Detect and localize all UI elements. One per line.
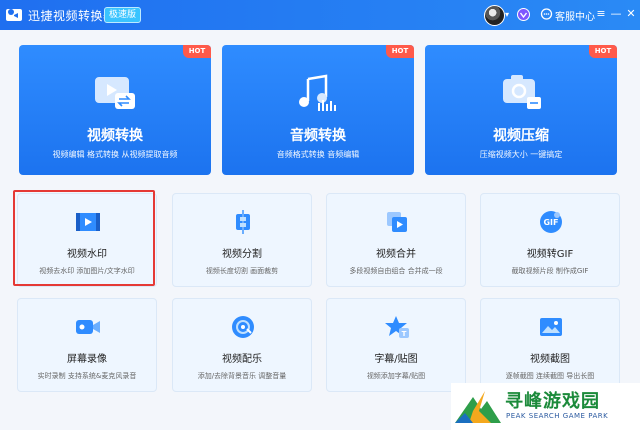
tool-card-video-watermark[interactable]: 视频水印 视频去水印 添加图片/文字水印: [17, 193, 157, 287]
hero-desc: 压缩视频大小 一键搞定: [479, 150, 563, 159]
edition-badge: 极速版: [104, 7, 142, 23]
video-merge-icon: [387, 212, 407, 232]
tool-card-video-to-gif[interactable]: GIF 视频转GIF 截取视频片段 制作成GIF: [480, 193, 620, 287]
hero-desc: 音频格式转换 音频编辑: [276, 150, 360, 159]
vip-icon[interactable]: [517, 8, 530, 21]
screen-record-icon: [76, 320, 100, 334]
video-music-icon: [232, 316, 254, 338]
avatar-dropdown-icon[interactable]: ▾: [505, 10, 509, 19]
close-button[interactable]: ✕: [624, 5, 638, 23]
card-desc: 逐帧截图 连续截图 导出长图: [505, 372, 595, 380]
customer-service-icon[interactable]: [540, 8, 553, 21]
customer-service-link[interactable]: 客服中心: [555, 8, 595, 23]
hero-title: 音频转换: [290, 128, 346, 144]
hot-badge: HOT: [386, 45, 414, 58]
hero-desc: 视频编辑 格式转换 从视频提取音频: [52, 150, 178, 159]
card-desc: 截取视频片段 制作成GIF: [511, 267, 589, 275]
card-title: 字幕/贴图: [374, 354, 418, 365]
hero-card-audio-convert[interactable]: HOT 音频转换 音频格式转换 音频编辑: [222, 45, 414, 175]
card-desc: 实时录制 支持系统&麦克风录音: [37, 372, 137, 380]
gif-label: GIF: [543, 218, 558, 227]
card-desc: 视频去水印 添加图片/文字水印: [39, 267, 135, 275]
title-bar: 迅捷视频转换器 极速版 ▾ 客服中心 ≡ — ✕: [0, 0, 640, 30]
card-title: 视频截图: [530, 354, 570, 365]
card-title: 视频水印: [67, 249, 107, 260]
card-title: 视频合并: [376, 249, 416, 260]
watermark-title: 寻峰游戏园: [505, 391, 600, 412]
watermark-subtitle: PEAK SEARCH GAME PARK: [506, 412, 609, 420]
tool-card-video-merge[interactable]: 视频合并 多段视频自由组合 合并成一段: [326, 193, 466, 287]
card-desc: 视频添加字幕/贴图: [366, 372, 426, 380]
hot-badge: HOT: [183, 45, 211, 58]
card-title: 视频配乐: [222, 354, 262, 365]
tool-card-video-screenshot[interactable]: 视频截图 逐帧截图 连续截图 导出长图: [480, 298, 620, 392]
app-title: 迅捷视频转换器: [28, 9, 116, 23]
menu-button[interactable]: ≡: [594, 5, 608, 23]
video-watermark-icon: [76, 213, 100, 231]
card-title: 屏幕录像: [67, 354, 107, 365]
hero-title: 视频转换: [87, 128, 143, 144]
tool-card-video-split[interactable]: 视频分割 视频长度切割 画面裁剪: [172, 193, 312, 287]
tool-card-subtitle-sticker[interactable]: T 字幕/贴图 视频添加字幕/贴图: [326, 298, 466, 392]
user-avatar[interactable]: [484, 5, 505, 26]
hot-badge: HOT: [589, 45, 617, 58]
video-split-icon: [236, 210, 250, 234]
hero-card-video-compress[interactable]: HOT 视频压缩 压缩视频大小 一键搞定: [425, 45, 617, 175]
video-screenshot-icon: [540, 318, 562, 336]
audio-convert-icon: [299, 74, 336, 111]
hero-title: 视频压缩: [493, 128, 549, 144]
subtitle-sticker-icon: T: [385, 316, 409, 338]
card-desc: 添加/去除背景音乐 调整音量: [197, 372, 287, 380]
app-logo-icon: [6, 9, 22, 21]
video-to-gif-icon: GIF: [540, 211, 562, 233]
card-title: 视频分割: [222, 249, 262, 260]
site-watermark: 寻峰游戏园 PEAK SEARCH GAME PARK: [451, 383, 640, 430]
peak-logo-icon: [455, 391, 501, 423]
video-compress-icon: [503, 75, 541, 109]
hero-card-video-convert[interactable]: HOT 视频转换 视频编辑 格式转换 从视频提取音频: [19, 45, 211, 175]
svg-text:T: T: [402, 330, 407, 338]
card-desc: 多段视频自由组合 合并成一段: [349, 267, 443, 275]
tool-card-screen-record[interactable]: 屏幕录像 实时录制 支持系统&麦克风录音: [17, 298, 157, 392]
minimize-button[interactable]: —: [609, 5, 623, 23]
video-convert-icon: [95, 77, 135, 109]
card-desc: 视频长度切割 画面裁剪: [205, 267, 279, 275]
card-title: 视频转GIF: [526, 249, 574, 260]
tool-card-video-music[interactable]: 视频配乐 添加/去除背景音乐 调整音量: [172, 298, 312, 392]
